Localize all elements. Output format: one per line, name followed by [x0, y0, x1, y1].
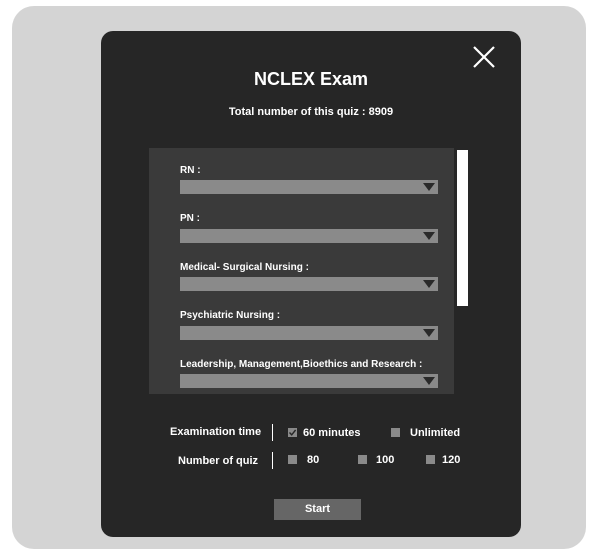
quiz-count-label: Number of quiz — [178, 455, 259, 467]
divider — [272, 424, 273, 441]
dropdown-arrow-icon — [423, 280, 435, 288]
category-list[interactable]: RN : PN : Medical- Surgical Nursing : Ps… — [149, 148, 454, 394]
category-select-psychiatric[interactable] — [180, 326, 438, 340]
option-unlimited[interactable]: Unlimited — [410, 427, 460, 439]
exam-time-label: Examination time — [170, 426, 262, 438]
checkbox-120[interactable] — [426, 455, 435, 464]
category-label-leadership: Leadership, Management,Bioethics and Res… — [180, 359, 423, 370]
quiz-total-text: Total number of this quiz : 8909 — [228, 106, 394, 118]
option-100[interactable]: 100 — [376, 454, 394, 466]
exam-dialog: NCLEX Exam Total number of this quiz : 8… — [101, 31, 521, 537]
checkbox-60-minutes[interactable] — [288, 428, 297, 437]
category-label-psychiatric: Psychiatric Nursing : — [180, 310, 281, 321]
backdrop: NCLEX Exam Total number of this quiz : 8… — [12, 6, 586, 549]
checkmark-icon — [288, 429, 297, 436]
start-button[interactable]: Start — [274, 499, 361, 520]
option-80[interactable]: 80 — [307, 454, 319, 466]
category-label-rn: RN : — [180, 165, 201, 176]
category-select-rn[interactable] — [180, 180, 438, 194]
checkbox-80[interactable] — [288, 455, 297, 464]
category-select-pn[interactable] — [180, 229, 438, 243]
option-120[interactable]: 120 — [442, 454, 460, 466]
category-select-leadership[interactable] — [180, 374, 438, 388]
checkbox-100[interactable] — [358, 455, 367, 464]
divider — [272, 452, 273, 469]
scrollbar-thumb[interactable] — [457, 150, 468, 306]
dropdown-arrow-icon — [423, 377, 435, 385]
category-label-pn: PN : — [180, 213, 200, 224]
checkbox-unlimited[interactable] — [391, 428, 400, 437]
option-60-minutes[interactable]: 60 minutes — [303, 427, 360, 439]
category-select-med-surg[interactable] — [180, 277, 438, 291]
dropdown-arrow-icon — [423, 232, 435, 240]
close-icon — [473, 46, 495, 68]
dialog-title: NCLEX Exam — [253, 69, 369, 89]
dropdown-arrow-icon — [423, 329, 435, 337]
dropdown-arrow-icon — [423, 183, 435, 191]
close-button[interactable] — [470, 43, 498, 71]
category-label-med-surg: Medical- Surgical Nursing : — [180, 262, 309, 273]
